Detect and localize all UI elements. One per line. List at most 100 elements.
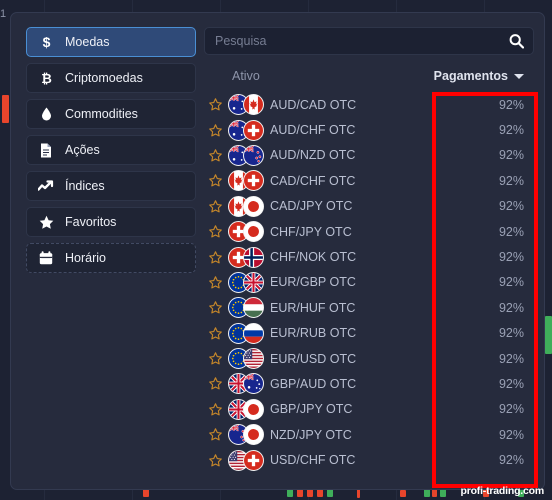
asset-payout: 92% xyxy=(498,148,524,163)
currency-pair-flags xyxy=(226,322,270,344)
app-root: 1 $ Moedas ₿ Criptomoedas Commodities Aç… xyxy=(0,0,552,500)
asset-name: NZD/JPY OTC xyxy=(270,427,352,442)
favorite-star-icon[interactable] xyxy=(204,199,226,213)
table-row[interactable]: CHF/NOK OTC 92% xyxy=(204,244,534,269)
sidebar-item-criptomoedas[interactable]: ₿ Criptomoedas xyxy=(26,63,196,93)
favorite-star-icon[interactable] xyxy=(204,174,226,187)
asset-payout: 92% xyxy=(498,199,524,214)
currency-pair-flags xyxy=(226,144,270,166)
asset-payout: 92% xyxy=(498,173,524,188)
asset-rows: AUD/CAD OTC 92% AUD/CHF OTC 92% AUD/NZD OTC 9… xyxy=(204,92,534,473)
asset-name: CHF/NOK OTC xyxy=(270,250,357,265)
asset-name: EUR/HUF OTC xyxy=(270,300,356,315)
star-icon xyxy=(27,215,65,230)
favorite-star-icon[interactable] xyxy=(204,98,226,111)
currency-pair-flags xyxy=(226,449,270,471)
favorite-star-icon[interactable] xyxy=(204,428,226,441)
table-row[interactable]: GBP/JPY OTC 92% xyxy=(204,397,534,422)
table-row[interactable]: USD/CHF OTC 92% xyxy=(204,447,534,472)
favorite-star-icon[interactable] xyxy=(204,149,226,162)
sidebar-item-label: Favoritos xyxy=(65,215,117,229)
flag-icon-us xyxy=(243,348,264,370)
table-row[interactable]: EUR/RUB OTC 92% xyxy=(204,321,534,346)
search-bar[interactable] xyxy=(204,27,534,55)
favorite-star-icon[interactable] xyxy=(204,377,226,390)
table-row[interactable]: EUR/USD OTC 92% xyxy=(204,346,534,371)
currency-pair-flags xyxy=(226,348,270,370)
asset-payout: 92% xyxy=(498,123,524,138)
favorite-star-icon[interactable] xyxy=(204,403,226,416)
oil-drop-icon xyxy=(27,107,65,121)
column-header-payout-label: Pagamentos xyxy=(433,69,508,83)
asset-payout: 92% xyxy=(498,224,524,239)
table-row[interactable]: CAD/CHF OTC 92% xyxy=(204,168,534,193)
table-row[interactable]: CAD/JPY OTC 92% xyxy=(204,194,534,219)
currency-pair-flags xyxy=(226,373,270,395)
sidebar-item-favoritos[interactable]: Favoritos xyxy=(26,207,196,237)
calendar-icon xyxy=(27,251,65,265)
category-sidebar: $ Moedas ₿ Criptomoedas Commodities Açõe… xyxy=(26,27,196,279)
flag-icon-ch xyxy=(243,119,264,141)
asset-payout: 92% xyxy=(498,97,524,112)
column-header-payout[interactable]: Pagamentos xyxy=(434,69,524,83)
sidebar-item-label: Commodities xyxy=(65,107,138,121)
flag-icon-au xyxy=(243,373,264,395)
favorite-star-icon[interactable] xyxy=(204,250,226,264)
favorite-star-icon[interactable] xyxy=(204,276,226,289)
table-row[interactable]: AUD/CAD OTC 92% xyxy=(204,92,534,117)
currency-pair-flags xyxy=(226,297,270,319)
sidebar-item-moedas[interactable]: $ Moedas xyxy=(26,27,196,57)
sidebar-item-label: Criptomoedas xyxy=(65,71,143,85)
search-icon[interactable] xyxy=(509,34,524,49)
table-row[interactable]: GBP/AUD OTC 92% xyxy=(204,371,534,396)
flag-icon-no xyxy=(243,246,264,268)
asset-name: EUR/GBP OTC xyxy=(270,275,356,290)
svg-text:₿: ₿ xyxy=(41,71,52,86)
table-row[interactable]: CHF/JPY OTC 92% xyxy=(204,219,534,244)
favorite-star-icon[interactable] xyxy=(204,123,226,137)
table-row[interactable]: NZD/JPY OTC 92% xyxy=(204,422,534,447)
dollar-icon: $ xyxy=(27,35,65,50)
flag-icon-jp xyxy=(243,221,264,243)
asset-name: CHF/JPY OTC xyxy=(270,224,352,239)
svg-text:$: $ xyxy=(42,35,50,50)
price-axis-label: 1 xyxy=(0,8,7,20)
asset-name: CAD/CHF OTC xyxy=(270,173,356,188)
table-row[interactable]: AUD/CHF OTC 92% xyxy=(204,117,534,142)
sidebar-item-label: Moedas xyxy=(65,35,110,49)
document-icon xyxy=(27,143,65,158)
sidebar-item-acoes[interactable]: Ações xyxy=(26,135,196,165)
bitcoin-icon: ₿ xyxy=(27,71,65,86)
asset-payout: 92% xyxy=(498,427,524,442)
favorite-star-icon[interactable] xyxy=(204,352,226,365)
sidebar-item-horario[interactable]: Horário xyxy=(26,243,196,273)
flag-icon-jp xyxy=(243,424,264,446)
table-row[interactable]: EUR/GBP OTC 92% xyxy=(204,270,534,295)
watermark: profi-trading.com xyxy=(460,485,544,497)
asset-name: CAD/JPY OTC xyxy=(270,199,353,214)
asset-payout: 92% xyxy=(498,376,524,391)
asset-payout: 92% xyxy=(498,300,524,315)
currency-pair-flags xyxy=(226,271,270,293)
sidebar-item-indices[interactable]: Índices xyxy=(26,171,196,201)
asset-payout: 92% xyxy=(498,326,524,341)
currency-pair-flags xyxy=(226,119,270,141)
favorite-star-icon[interactable] xyxy=(204,326,226,340)
currency-pair-flags xyxy=(226,398,270,420)
trend-up-icon xyxy=(27,180,65,192)
sidebar-item-label: Índices xyxy=(65,179,105,193)
table-row[interactable]: AUD/NZD OTC 92% xyxy=(204,143,534,168)
list-header: Ativo Pagamentos xyxy=(204,62,534,90)
search-input[interactable] xyxy=(205,28,533,54)
favorite-star-icon[interactable] xyxy=(204,301,226,314)
sidebar-item-label: Ações xyxy=(65,143,100,157)
currency-pair-flags xyxy=(226,195,270,217)
table-row[interactable]: EUR/HUF OTC 92% xyxy=(204,295,534,320)
asset-name: EUR/RUB OTC xyxy=(270,326,357,341)
asset-payout: 92% xyxy=(498,250,524,265)
sidebar-item-commodities[interactable]: Commodities xyxy=(26,99,196,129)
currency-pair-flags xyxy=(226,246,270,268)
asset-payout: 92% xyxy=(498,351,524,366)
favorite-star-icon[interactable] xyxy=(204,453,226,467)
favorite-star-icon[interactable] xyxy=(204,225,226,238)
